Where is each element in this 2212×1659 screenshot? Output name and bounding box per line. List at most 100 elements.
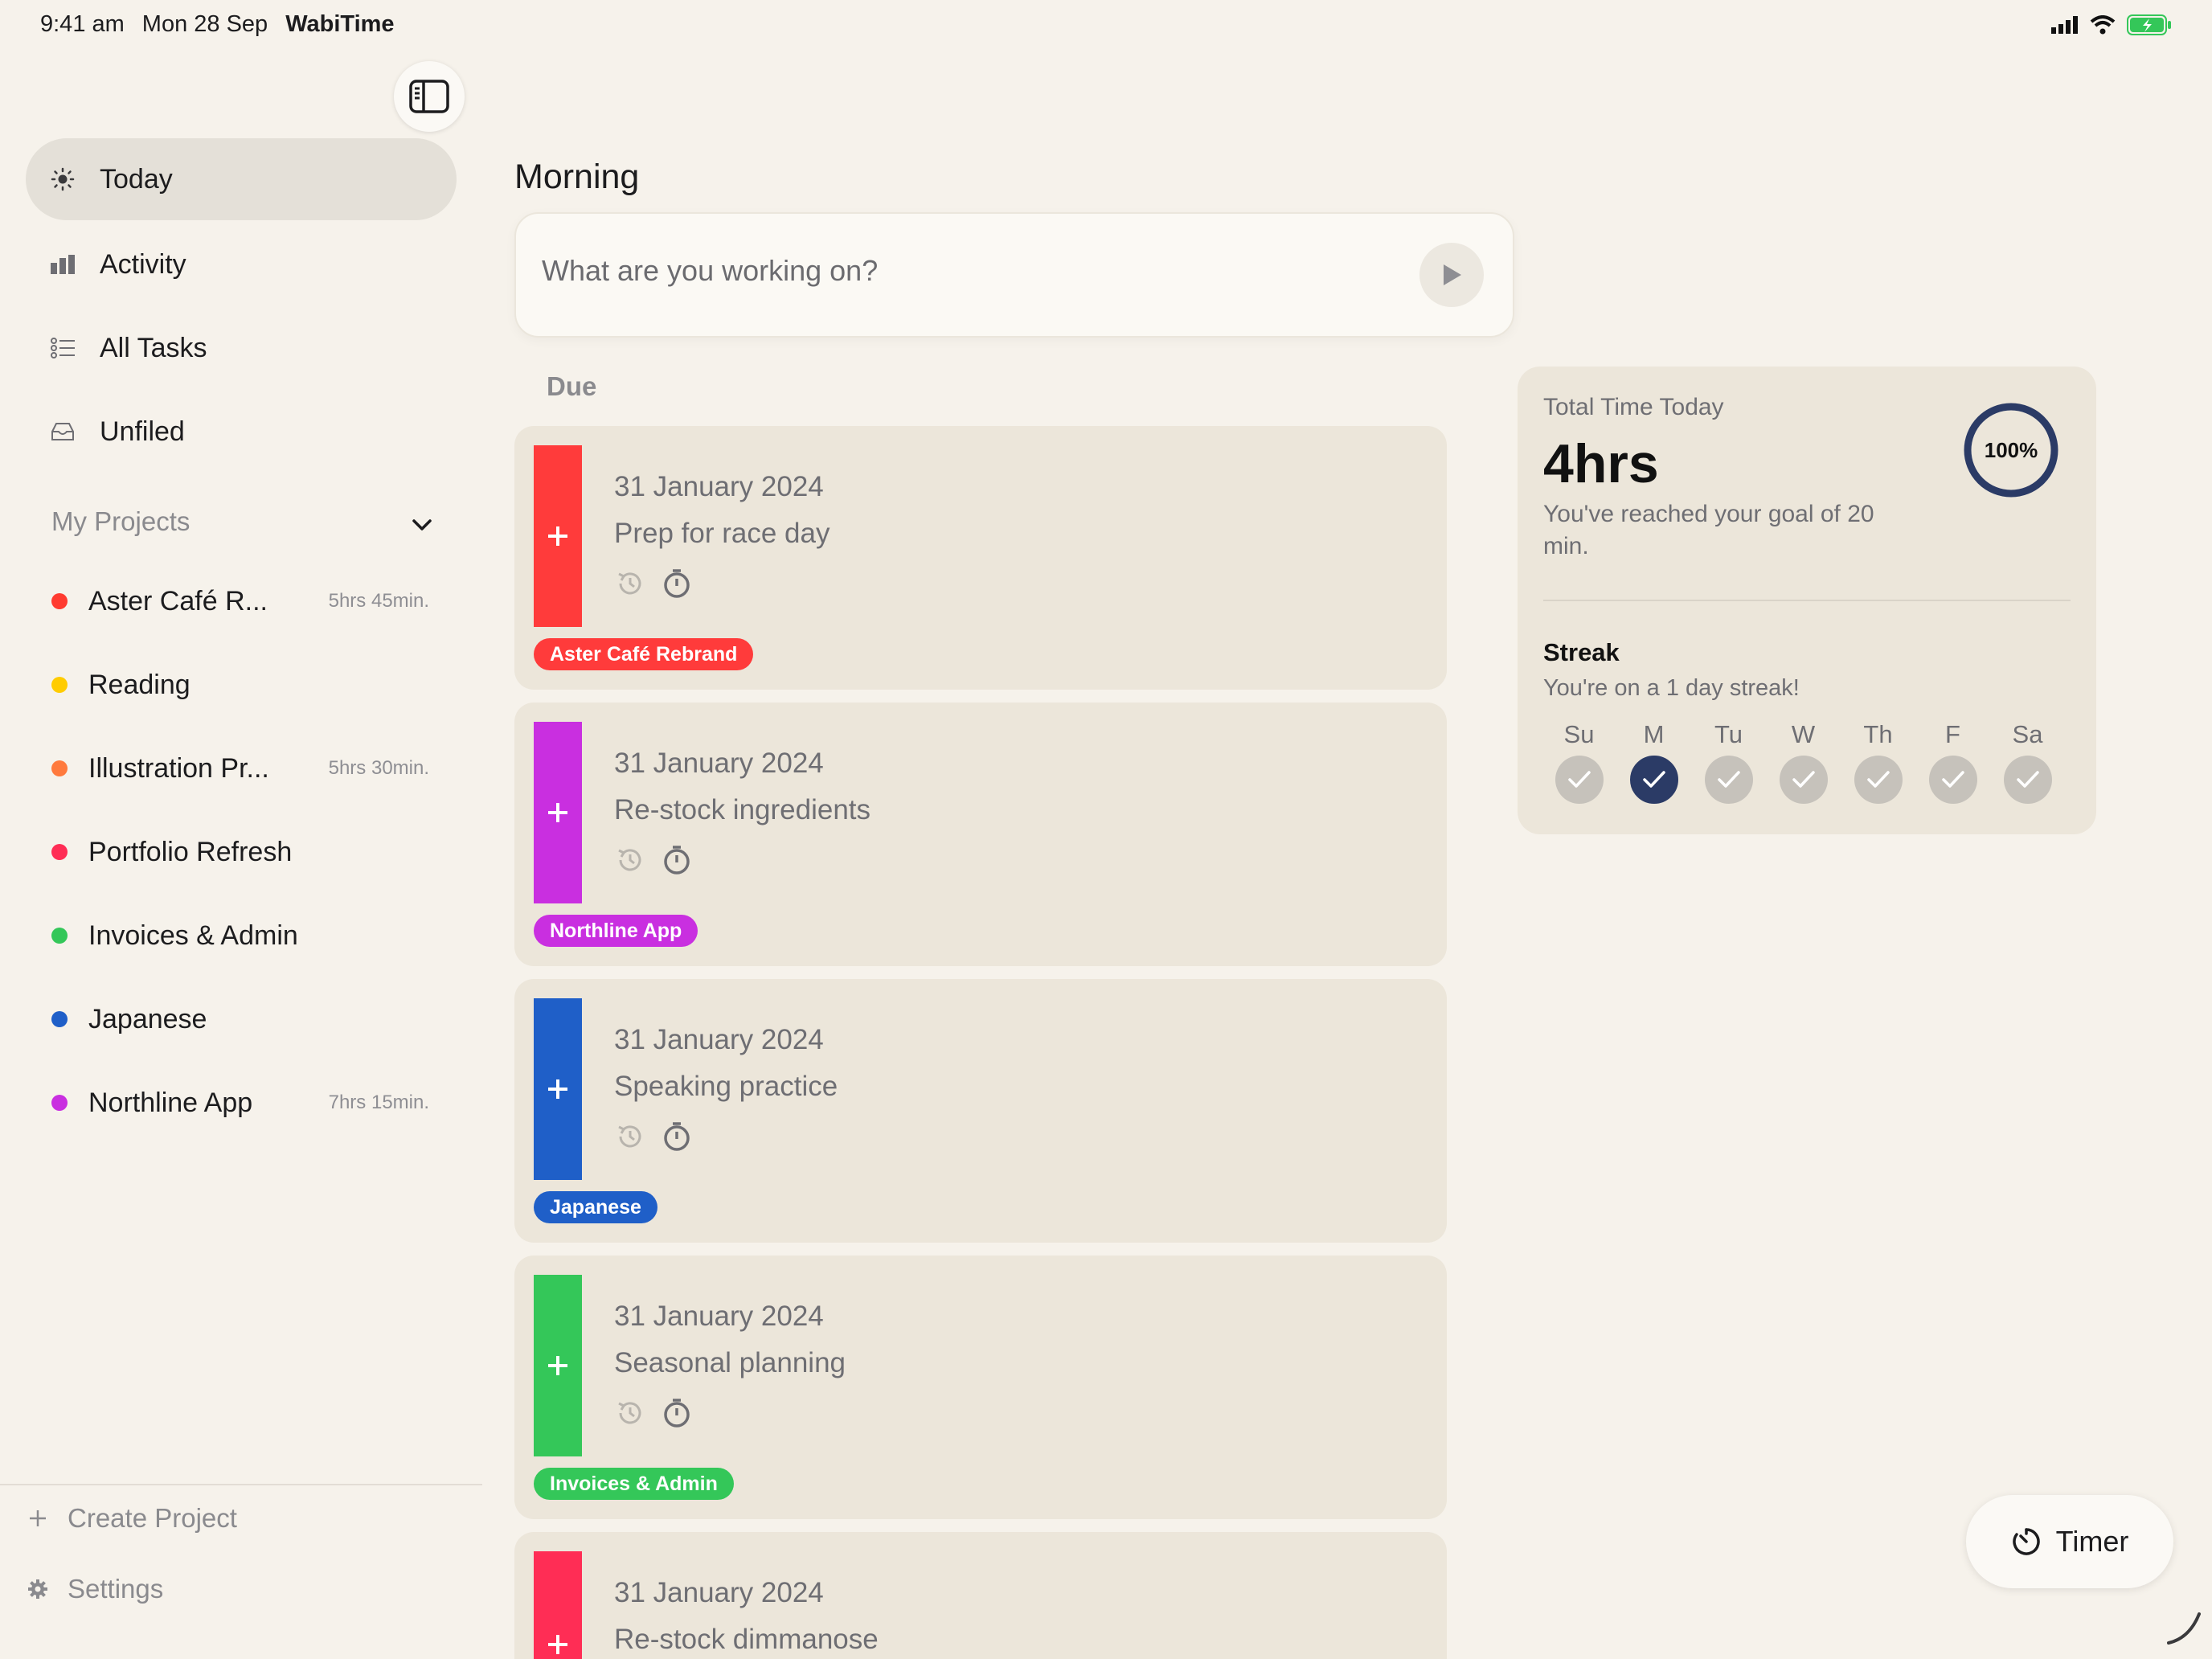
add-time-button[interactable] [534, 445, 582, 627]
project-item[interactable]: Invoices & Admin [51, 911, 437, 960]
add-time-button[interactable] [534, 1551, 582, 1659]
plus-icon [548, 1079, 567, 1099]
project-name: Northline App [88, 1087, 253, 1118]
streak-text: You're on a 1 day streak! [1543, 675, 1800, 701]
bar-chart-icon [50, 252, 76, 277]
stats-divider [1543, 600, 2071, 601]
task-title: Seasonal planning [614, 1347, 846, 1378]
project-color-dot [51, 844, 68, 860]
resize-corner-icon [2167, 1612, 2201, 1645]
history-icon[interactable] [614, 844, 646, 876]
stopwatch-icon[interactable] [661, 1120, 693, 1153]
goal-text: You've reached your goal of 20 min. [1543, 501, 1874, 559]
task-title: Re-stock ingredients [614, 794, 871, 825]
add-time-button[interactable] [534, 1275, 582, 1456]
project-name: Japanese [88, 1003, 207, 1034]
progress-percent: 100% [1984, 437, 2038, 462]
nav-label: Unfiled [100, 416, 185, 447]
task-title: Prep for race day [614, 518, 830, 549]
project-name: Reading [88, 669, 190, 700]
plus-icon [26, 1506, 50, 1530]
wifi-icon [2090, 15, 2116, 35]
task-title: Speaking practice [614, 1071, 838, 1102]
project-item[interactable]: Aster Café R... 5hrs 45min. [51, 577, 437, 625]
check-icon [1629, 756, 1678, 804]
create-project-button[interactable]: Create Project [26, 1503, 237, 1534]
project-color-dot [51, 677, 68, 693]
play-icon [1444, 264, 1461, 285]
start-button[interactable] [1419, 243, 1484, 307]
nav-item-today[interactable]: Today [26, 138, 457, 220]
project-item[interactable]: Reading [51, 661, 437, 709]
project-name: Portfolio Refresh [88, 836, 293, 867]
day-label: W [1791, 720, 1816, 748]
nav-label: Activity [100, 248, 186, 280]
project-time: 5hrs 45min. [328, 590, 429, 612]
day-label: Sa [2012, 720, 2043, 748]
checklist-icon [50, 335, 76, 361]
project-name: Aster Café R... [88, 585, 268, 616]
stopwatch-icon[interactable] [661, 1397, 693, 1429]
nav-item-all-tasks[interactable]: All Tasks [26, 307, 457, 389]
progress-ring: 100% [1963, 402, 2059, 498]
project-tag: Northline App [534, 915, 698, 947]
task-card[interactable]: 31 January 2024 Prep for race day Aster … [514, 426, 1447, 690]
settings-button[interactable]: Settings [26, 1574, 163, 1604]
chevron-down-icon[interactable] [408, 511, 436, 539]
check-icon [1854, 756, 1903, 804]
streak-title: Streak [1543, 638, 1620, 666]
nav-item-activity[interactable]: Activity [26, 223, 457, 305]
nav-label: All Tasks [100, 332, 207, 363]
inbox-icon [50, 419, 76, 444]
day-label: Su [1563, 720, 1595, 748]
streak-day: M [1616, 720, 1691, 804]
day-label: M [1643, 720, 1665, 748]
streak-day: W [1766, 720, 1841, 804]
project-color-dot [51, 1095, 68, 1111]
project-item[interactable]: Japanese [51, 995, 437, 1043]
project-color-dot [51, 760, 68, 776]
streak-day: Sa [1990, 720, 2065, 804]
history-icon[interactable] [614, 1397, 646, 1429]
nav-label: Today [100, 163, 173, 195]
project-color-dot [51, 593, 68, 609]
project-time: 5hrs 30min. [328, 757, 429, 779]
add-time-button[interactable] [534, 722, 582, 903]
sidebar-toggle-button[interactable] [394, 61, 465, 132]
sidebar-divider [0, 1484, 482, 1485]
stopwatch-icon[interactable] [661, 567, 693, 600]
task-card[interactable]: 31 January 2024 Seasonal planning Invoic… [514, 1256, 1447, 1519]
task-card[interactable]: 31 January 2024 Re-stock dimmanose [514, 1532, 1447, 1659]
task-date: 31 January 2024 [614, 1024, 824, 1055]
history-icon[interactable] [614, 1120, 646, 1153]
task-input-card[interactable]: What are you working on? [514, 212, 1514, 338]
stopwatch-icon[interactable] [661, 844, 693, 876]
task-card[interactable]: 31 January 2024 Speaking practice Japane… [514, 979, 1447, 1243]
day-label: F [1945, 720, 1960, 748]
history-icon[interactable] [614, 567, 646, 600]
add-time-button[interactable] [534, 998, 582, 1180]
battery-charging-icon [2127, 14, 2171, 35]
cellular-signal-icon [2051, 16, 2078, 34]
project-item[interactable]: Portfolio Refresh [51, 828, 437, 876]
create-project-label: Create Project [68, 1503, 237, 1533]
gear-icon [26, 1577, 50, 1601]
streak-day: Th [1841, 720, 1915, 804]
plus-icon [548, 526, 567, 546]
project-item[interactable]: Illustration Pr... 5hrs 30min. [51, 744, 437, 793]
my-projects-title: My Projects [51, 506, 190, 536]
task-date: 31 January 2024 [614, 1577, 824, 1608]
check-icon [1928, 756, 1977, 804]
task-input[interactable]: What are you working on? [542, 254, 878, 288]
nav-item-unfiled[interactable]: Unfiled [26, 391, 457, 473]
streak-day: Tu [1691, 720, 1766, 804]
streak-days: Su M Tu W Th F Sa [1542, 720, 2065, 804]
task-title: Re-stock dimmanose [614, 1624, 879, 1655]
project-item[interactable]: Northline App 7hrs 15min. [51, 1079, 437, 1127]
settings-label: Settings [68, 1574, 164, 1604]
project-name: Invoices & Admin [88, 920, 298, 951]
task-card[interactable]: 31 January 2024 Re-stock ingredients Nor… [514, 703, 1447, 966]
section-title: Morning [514, 158, 640, 196]
project-tag: Aster Café Rebrand [534, 638, 754, 670]
timer-button[interactable]: Timer [1966, 1495, 2173, 1588]
